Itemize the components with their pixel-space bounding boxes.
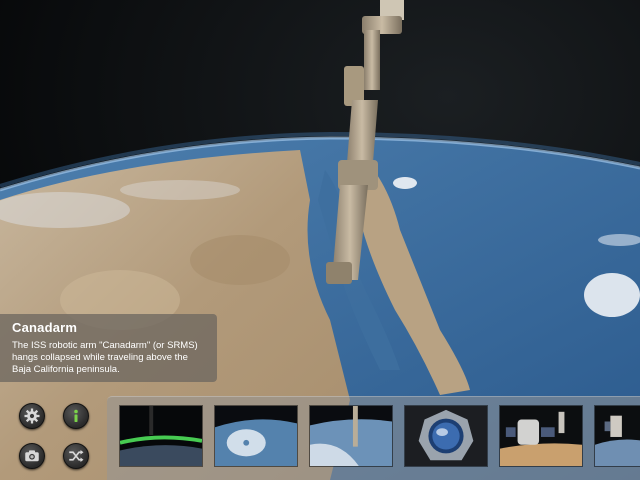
gear-icon [24, 408, 40, 424]
settings-button[interactable] [19, 403, 45, 429]
thumbnail-aurora[interactable] [119, 405, 203, 467]
info-icon [74, 409, 78, 422]
thumbnail-station-module[interactable] [594, 405, 640, 467]
thumbnail-strip[interactable] [107, 396, 640, 480]
shuffle-button[interactable] [63, 443, 89, 469]
photo-title: Canadarm [12, 320, 78, 335]
shuffle-icon [69, 450, 84, 462]
photo-description: The ISS robotic arm "Canadarm" (or SRMS)… [12, 340, 198, 375]
info-button[interactable] [63, 403, 89, 429]
thumbnail-canadarm[interactable] [309, 405, 393, 467]
thumbnail-spacecraft[interactable] [499, 405, 583, 467]
camera-button[interactable] [19, 443, 45, 469]
thumbnail-hurricane[interactable] [214, 405, 298, 467]
camera-icon [25, 450, 39, 462]
thumbnail-cupola[interactable] [404, 405, 488, 467]
info-panel: Canadarm The ISS robotic arm "Canadarm" … [0, 314, 217, 382]
